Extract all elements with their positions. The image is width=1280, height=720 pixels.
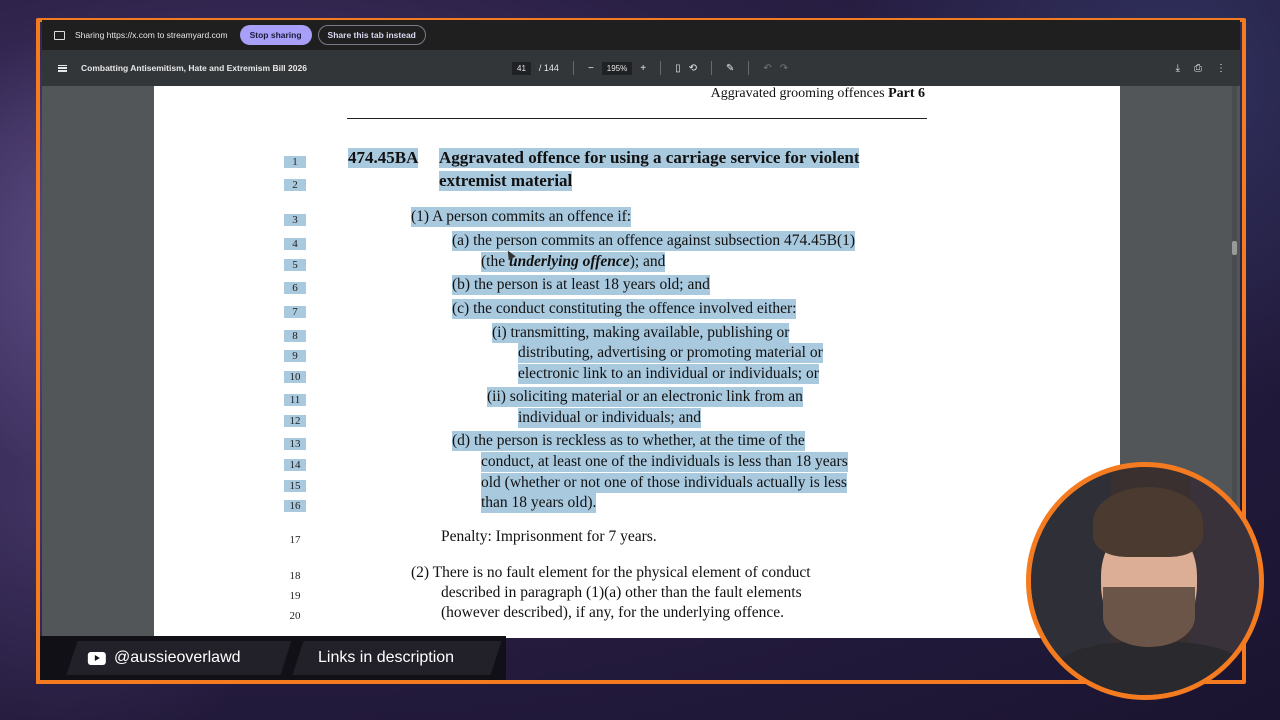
print-icon[interactable]: ⎙: [1194, 63, 1202, 74]
provision-text: individual or individuals; and: [518, 408, 701, 428]
section-number: 474.45BA: [348, 148, 419, 168]
toolbar-divider: [572, 61, 574, 75]
provision-text: (ii) soliciting material or an electroni…: [487, 387, 803, 407]
line-number: 6: [284, 282, 306, 294]
provision-text: (however described), if any, for the und…: [441, 604, 785, 621]
sharing-status-text: Sharing https://x.com to streamyard.com: [75, 30, 228, 40]
total-pages: / 144: [538, 63, 559, 73]
download-icon[interactable]: ⤓: [1176, 63, 1180, 74]
links-in-description: Links in description: [318, 649, 455, 666]
hamburger-menu-icon[interactable]: [58, 64, 67, 72]
provision-text: (a) the person commits an offence agains…: [452, 231, 856, 251]
zoom-level-input[interactable]: 195%: [601, 61, 633, 75]
line-number: 15: [284, 480, 306, 492]
line-number: 2: [284, 179, 306, 191]
screen-share-bar: Sharing https://x.com to streamyard.com …: [42, 20, 1240, 50]
document-title: Combatting Antisemitism, Hate and Extrem…: [81, 63, 307, 73]
channel-handle-box: @aussieoverlawd: [66, 641, 292, 675]
provision-text: (c) the conduct constituting the offence…: [452, 299, 797, 319]
provision-text: described in paragraph (1)(a) other than…: [441, 584, 802, 601]
more-options-icon[interactable]: ⋮: [1216, 63, 1226, 74]
section-heading: Aggravated offence for using a carriage …: [439, 148, 860, 168]
line-number: 11: [284, 394, 306, 406]
penalty-text: Penalty: Imprisonment for 7 years.: [441, 528, 657, 545]
rotate-icon[interactable]: ⟲: [689, 63, 697, 74]
line-number: 4: [284, 238, 306, 250]
share-this-tab-button[interactable]: Share this tab instead: [317, 25, 426, 45]
provision-text: (2) There is no fault element for the ph…: [411, 564, 811, 581]
line-number: 3: [284, 214, 306, 226]
fit-page-icon[interactable]: ▯: [675, 63, 681, 74]
page-zoom-controls: 41 / 144 − 195% + ▯ ⟲ ✎ ↶ ↷: [512, 50, 788, 86]
webcam-person-beard: [1103, 587, 1195, 647]
line-number: 1: [284, 156, 306, 168]
line-number: 8: [284, 330, 306, 342]
provision-text: (i) transmitting, making available, publ…: [492, 323, 790, 343]
provision-text: than 18 years old).: [481, 493, 597, 513]
toolbar-divider: [660, 61, 662, 75]
line-number: 13: [284, 438, 306, 450]
stream-lower-third: @aussieoverlawd Links in description: [36, 636, 506, 686]
line-number: 14: [284, 459, 306, 471]
zoom-in-icon[interactable]: +: [640, 63, 646, 74]
running-head: Aggravated grooming offences Part 6: [710, 86, 925, 101]
section-heading: extremist material: [439, 171, 573, 191]
provision-text: conduct, at least one of the individuals…: [481, 452, 848, 472]
webcam-person-hair: [1093, 487, 1203, 557]
line-number: 10: [284, 371, 306, 383]
channel-handle: @aussieoverlawd: [114, 649, 241, 666]
page-number-input[interactable]: 41: [512, 61, 531, 75]
undo-icon[interactable]: ↶: [763, 63, 771, 74]
line-number: 18: [289, 570, 301, 582]
provision-text: (b) the person is at least 18 years old;…: [452, 275, 710, 295]
line-number: 7: [284, 306, 306, 318]
header-rule: [347, 118, 927, 119]
pdf-page: Aggravated grooming offences Part 6 1 2 …: [154, 86, 1120, 638]
line-number: 16: [284, 500, 306, 512]
provision-text: distributing, advertising or promoting m…: [518, 343, 823, 363]
webcam-person-body: [1051, 642, 1251, 695]
provision-text: old (whether or not one of those individ…: [481, 473, 847, 493]
toolbar-divider: [711, 61, 712, 75]
redo-icon[interactable]: ↷: [780, 63, 788, 74]
zoom-out-icon[interactable]: −: [588, 63, 594, 74]
line-number: 5: [284, 259, 306, 271]
line-number: 9: [284, 350, 306, 362]
links-box: Links in description: [292, 641, 502, 675]
toolbar-divider: [748, 61, 750, 75]
toolbar-actions: ⤓ ⎙ ⋮: [1176, 50, 1226, 86]
pdf-toolbar: Combatting Antisemitism, Hate and Extrem…: [42, 50, 1240, 86]
youtube-icon: [88, 651, 106, 665]
line-number: 20: [289, 610, 301, 622]
provision-text: (1) A person commits an offence if:: [411, 207, 632, 227]
screen-share-icon: [54, 30, 65, 40]
stop-sharing-button[interactable]: Stop sharing: [239, 25, 312, 45]
provision-text: electronic link to an individual or indi…: [518, 364, 819, 384]
line-number: 17: [289, 534, 301, 546]
line-number: 12: [284, 415, 306, 427]
provision-text: (d) the person is reckless as to whether…: [452, 431, 805, 451]
line-number: 19: [289, 590, 301, 602]
webcam-feed: [1026, 462, 1264, 700]
scrollbar-thumb[interactable]: [1232, 241, 1237, 255]
annotate-icon[interactable]: ✎: [726, 63, 734, 74]
